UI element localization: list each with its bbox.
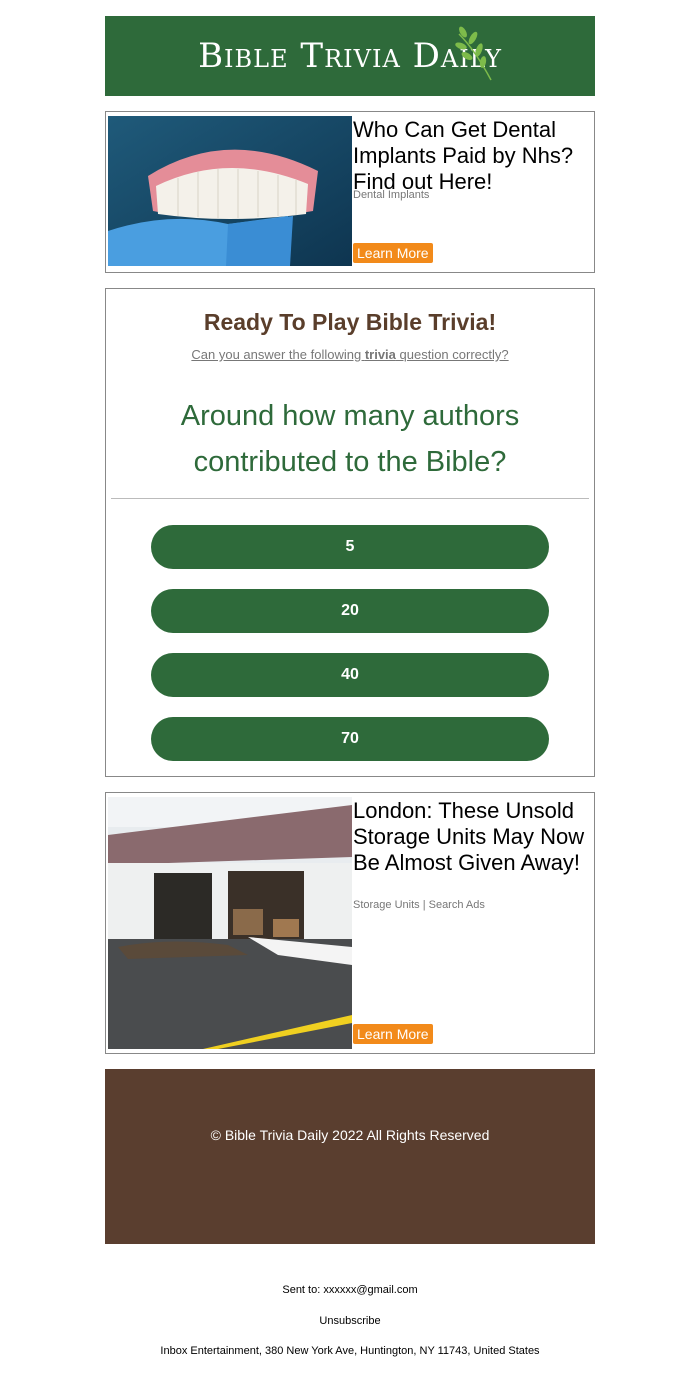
sent-to-text: Sent to: xxxxxx@gmail.com	[282, 1284, 418, 1296]
question-text: Around how many authors contributed to t…	[180, 400, 520, 478]
trivia-card: Ready To Play Bible Trivia! Can you answ…	[105, 288, 595, 777]
sender-address: Inbox Entertainment, 380 New York Ave, H…	[160, 1345, 540, 1357]
dentures-image[interactable]	[108, 116, 352, 266]
learn-more-button[interactable]: Learn More	[353, 243, 433, 263]
ad-sponsor: Storage Units | Search Ads	[353, 899, 485, 911]
subheading-text-end: question correctly?	[395, 347, 509, 362]
header-banner: Bible Trivia Daily	[105, 16, 595, 96]
storage-units-image[interactable]	[108, 797, 352, 1049]
subheading-bold: trivia	[364, 347, 396, 362]
olive-branch-icon	[455, 26, 492, 81]
copyright-text: © Bible Trivia Daily 2022 All Rights Res…	[210, 1127, 490, 1143]
divider	[111, 498, 589, 499]
ad-title[interactable]: London: These Unsold Storage Units May N…	[353, 798, 588, 876]
answer-button-1[interactable]: 5	[151, 525, 549, 569]
answer-button-3[interactable]: 40	[151, 653, 549, 697]
answer-button-4[interactable]: 70	[151, 717, 549, 761]
ad-card-dental[interactable]: Who Can Get Dental Implants Paid by Nhs?…	[105, 111, 595, 273]
answer-button-2[interactable]: 20	[151, 589, 549, 633]
trivia-subheading[interactable]: Can you answer the following trivia ques…	[106, 347, 594, 362]
trivia-heading: Ready To Play Bible Trivia!	[203, 309, 497, 335]
footer-banner: © Bible Trivia Daily 2022 All Rights Res…	[105, 1069, 595, 1244]
ad-card-storage[interactable]: London: These Unsold Storage Units May N…	[105, 792, 595, 1054]
subheading-text-start: Can you answer the following	[191, 347, 365, 362]
unsubscribe-link[interactable]: Unsubscribe	[0, 1315, 700, 1327]
learn-more-button[interactable]: Learn More	[353, 1024, 433, 1044]
ad-title[interactable]: Who Can Get Dental Implants Paid by Nhs?…	[353, 117, 588, 195]
ad-sponsor: Dental Implants	[353, 189, 430, 201]
